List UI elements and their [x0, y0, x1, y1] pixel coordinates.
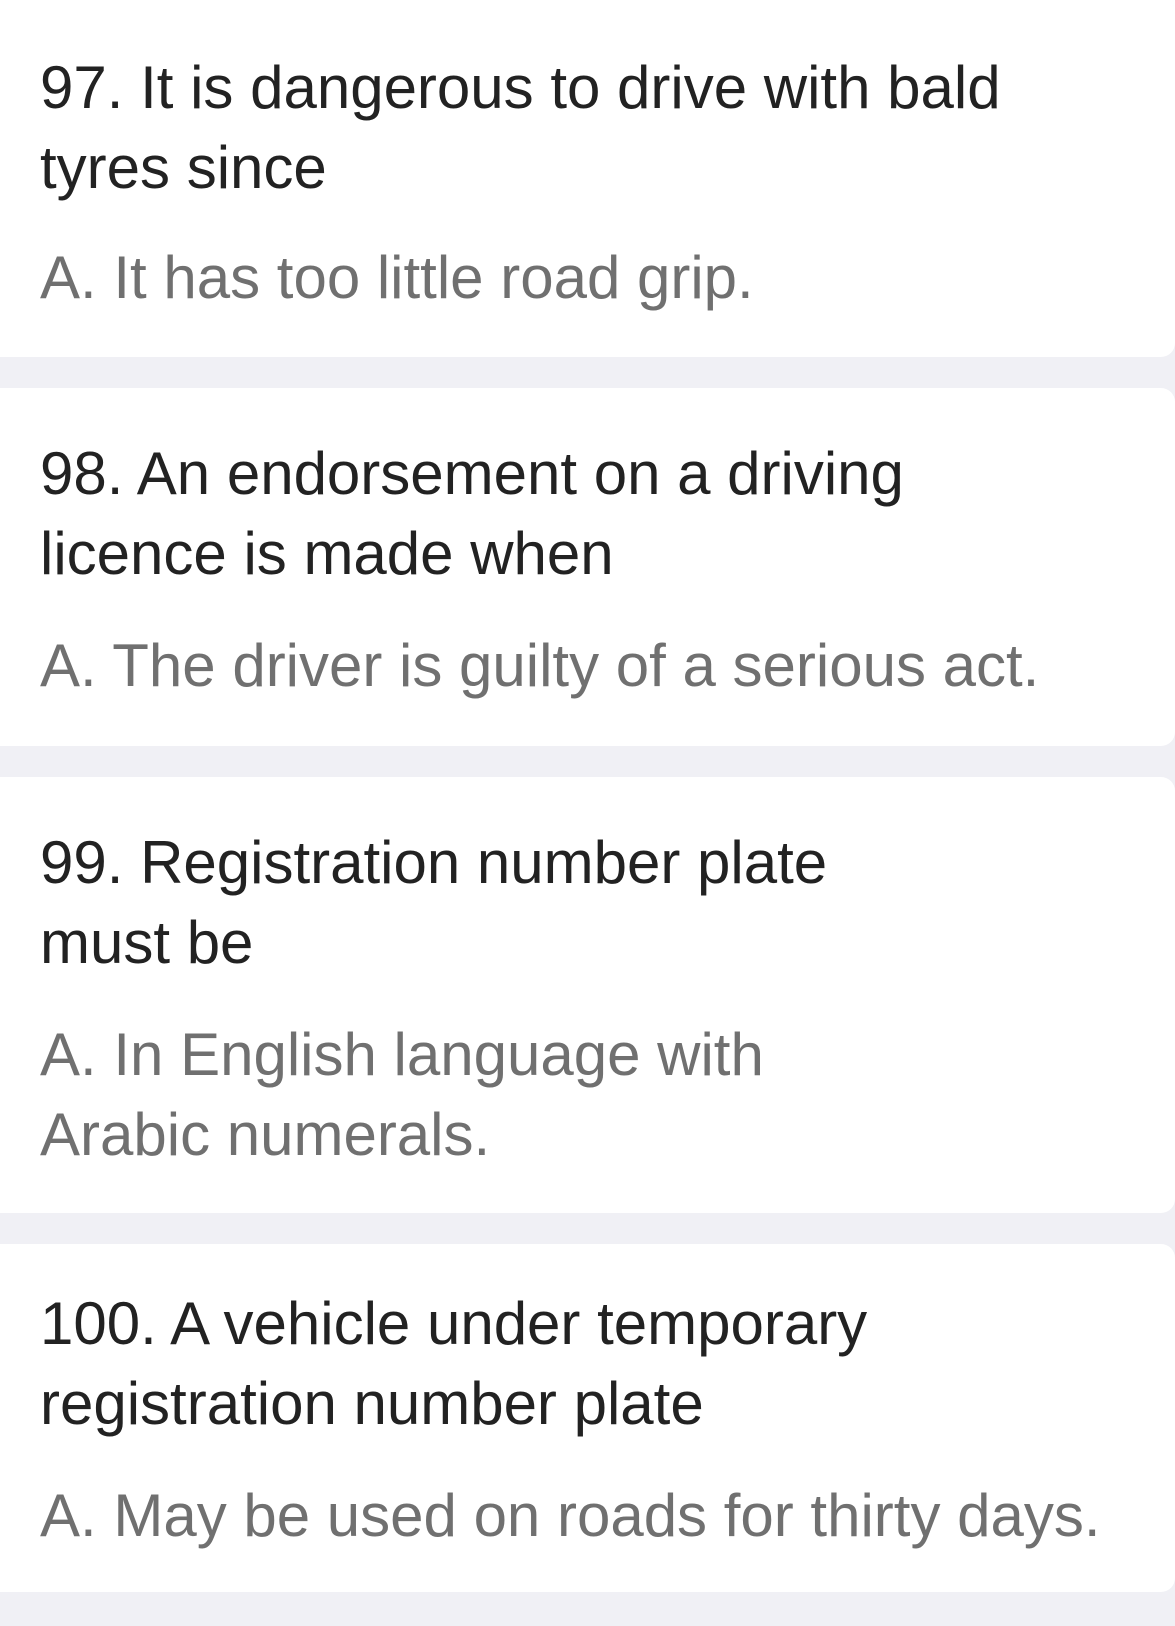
answer-text: A. The driver is guilty of a serious act…: [40, 632, 1040, 699]
question-card[interactable]: 98. An endorsement on a driving licence …: [0, 388, 1175, 746]
answer-text: A. It has too little road grip.: [40, 244, 754, 311]
question-text: 99. Registration number plate must be: [40, 829, 828, 976]
answer-text: A. In English language with Arabic numer…: [40, 1021, 764, 1168]
question-text: 97. It is dangerous to drive with bald t…: [40, 54, 1001, 201]
question-card[interactable]: 100. A vehicle under temporary registrat…: [0, 1244, 1175, 1592]
question-card[interactable]: 99. Registration number plate must be A.…: [0, 777, 1175, 1213]
question-card[interactable]: 97. It is dangerous to drive with bald t…: [0, 0, 1175, 357]
answer-text: A. May be used on roads for thirty days.: [40, 1482, 1101, 1549]
question-text: 98. An endorsement on a driving licence …: [40, 440, 904, 587]
question-text: 100. A vehicle under temporary registrat…: [40, 1290, 868, 1437]
